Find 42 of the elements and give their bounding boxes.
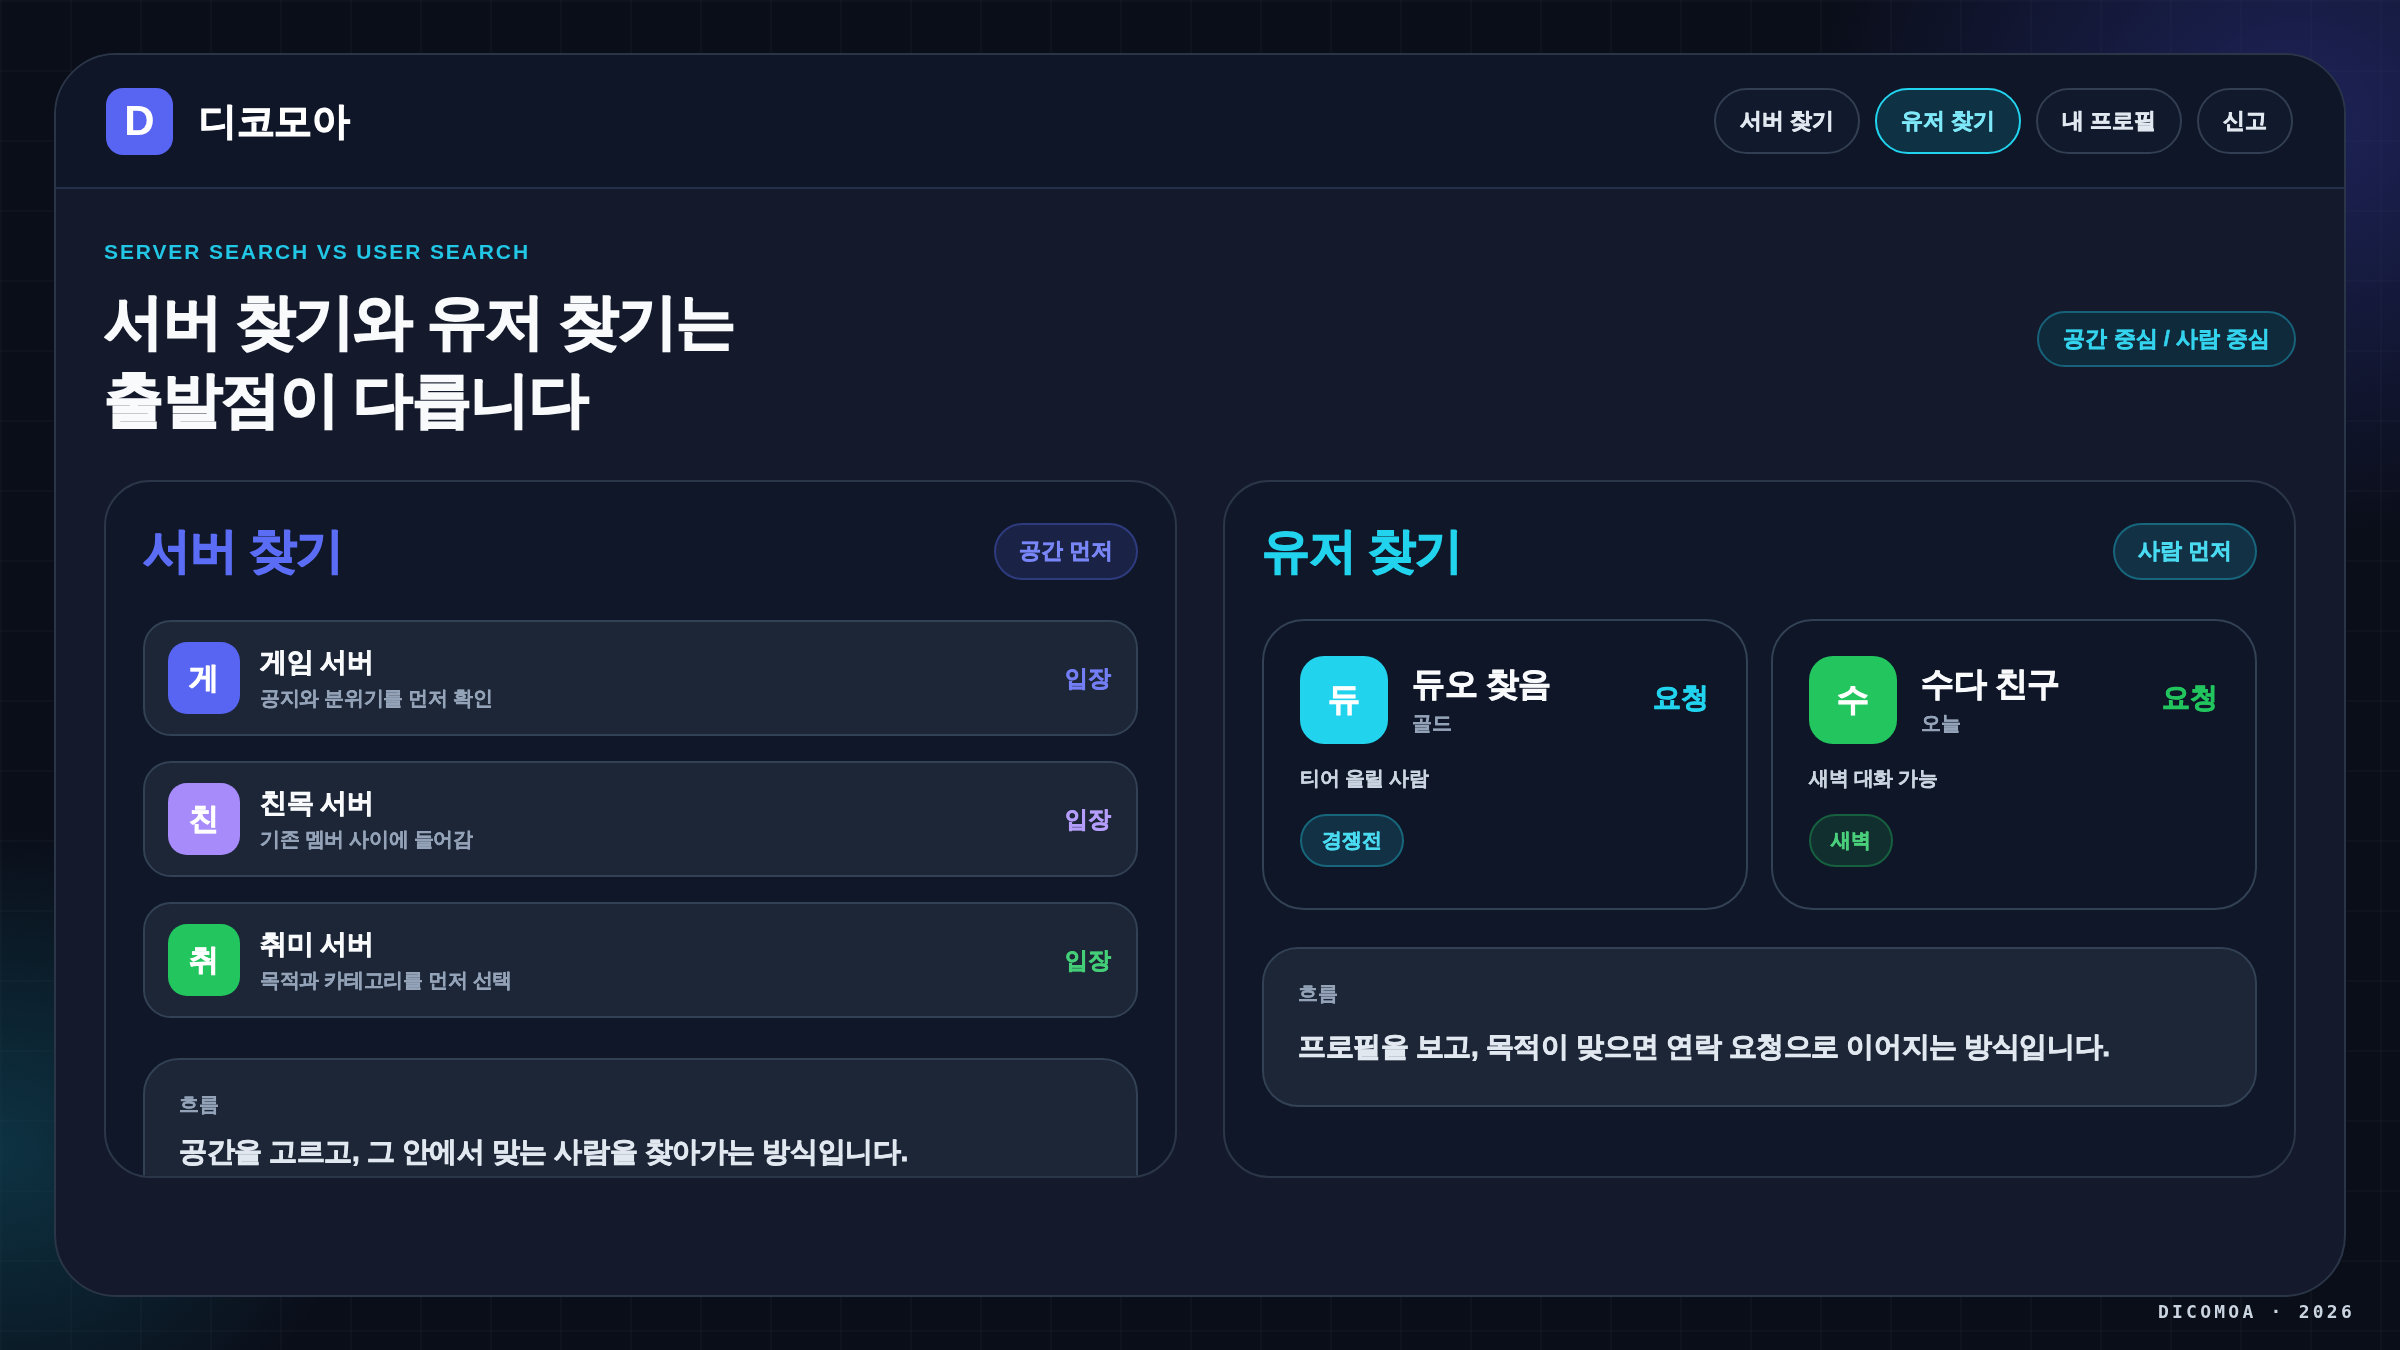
panel-title: 서버 찾기 bbox=[143, 523, 344, 579]
nav-tab[interactable]: 내 프로필 bbox=[2035, 88, 2182, 154]
initial-avatar: 친 bbox=[168, 783, 240, 855]
page-title: 서버 찾기와 유저 찾기는 출발점이 다릅니다 bbox=[104, 287, 735, 435]
server-name: 취미 서버 bbox=[260, 928, 373, 961]
panel-badge: 사람 먼저 bbox=[2112, 522, 2257, 580]
initial-avatar: 듀 bbox=[1300, 656, 1388, 744]
server-description: 목적과 카테고리를 먼저 선택 bbox=[260, 968, 513, 993]
footer-credit: DICOMOA · 2026 bbox=[2157, 1301, 2355, 1323]
logo-mark: D bbox=[106, 87, 173, 155]
user-rank-label: 오늘 bbox=[1921, 711, 1961, 736]
request-link[interactable]: 요청 bbox=[2162, 679, 2218, 717]
comparison-pill: 공간 중심 / 사람 중심 bbox=[2037, 311, 2296, 367]
server-description: 공지와 분위기를 먼저 확인 bbox=[260, 686, 493, 711]
brand-name: 디코모아 bbox=[199, 98, 349, 144]
initial-avatar: 게 bbox=[168, 642, 240, 714]
request-link[interactable]: 요청 bbox=[1653, 679, 1709, 717]
tag-chip: 경쟁전 bbox=[1300, 814, 1404, 867]
section-eyebrow: SERVER SEARCH VS USER SEARCH bbox=[104, 239, 530, 265]
flow-text: 프로필을 보고, 목적이 맞으면 연락 요청으로 이어지는 방식입니다. bbox=[1298, 1030, 2110, 1064]
server-name: 게임 서버 bbox=[260, 646, 373, 679]
user-name: 듀오 찾음 bbox=[1412, 664, 1551, 704]
flow-label: 흐름 bbox=[1298, 981, 1338, 1006]
initial-avatar: 수 bbox=[1809, 656, 1897, 744]
server-description: 기존 멤버 사이에 들어감 bbox=[260, 827, 473, 852]
nav-tab[interactable]: 유저 찾기 bbox=[1874, 88, 2021, 154]
initial-avatar: 취 bbox=[168, 924, 240, 996]
flow-text: 공간을 고르고, 그 안에서 맞는 사람을 찾아가는 방식입니다. bbox=[179, 1135, 908, 1169]
user-description: 티어 올릴 사람 bbox=[1300, 766, 1429, 791]
user-rank-label: 골드 bbox=[1412, 711, 1452, 736]
panel-title: 유저 찾기 bbox=[1262, 523, 1463, 579]
nav-tab[interactable]: 신고 bbox=[2197, 88, 2293, 154]
enter-link[interactable]: 입장 bbox=[1065, 944, 1111, 976]
panel-badge: 공간 먼저 bbox=[993, 522, 1138, 580]
enter-link[interactable]: 입장 bbox=[1065, 662, 1111, 694]
user-name: 수다 친구 bbox=[1921, 664, 2060, 704]
flow-label: 흐름 bbox=[179, 1092, 219, 1117]
enter-link[interactable]: 입장 bbox=[1065, 803, 1111, 835]
server-name: 친목 서버 bbox=[260, 787, 373, 820]
nav-tab[interactable]: 서버 찾기 bbox=[1713, 88, 1860, 154]
tag-chip: 새벽 bbox=[1809, 814, 1893, 867]
user-description: 새벽 대화 가능 bbox=[1809, 766, 1938, 791]
